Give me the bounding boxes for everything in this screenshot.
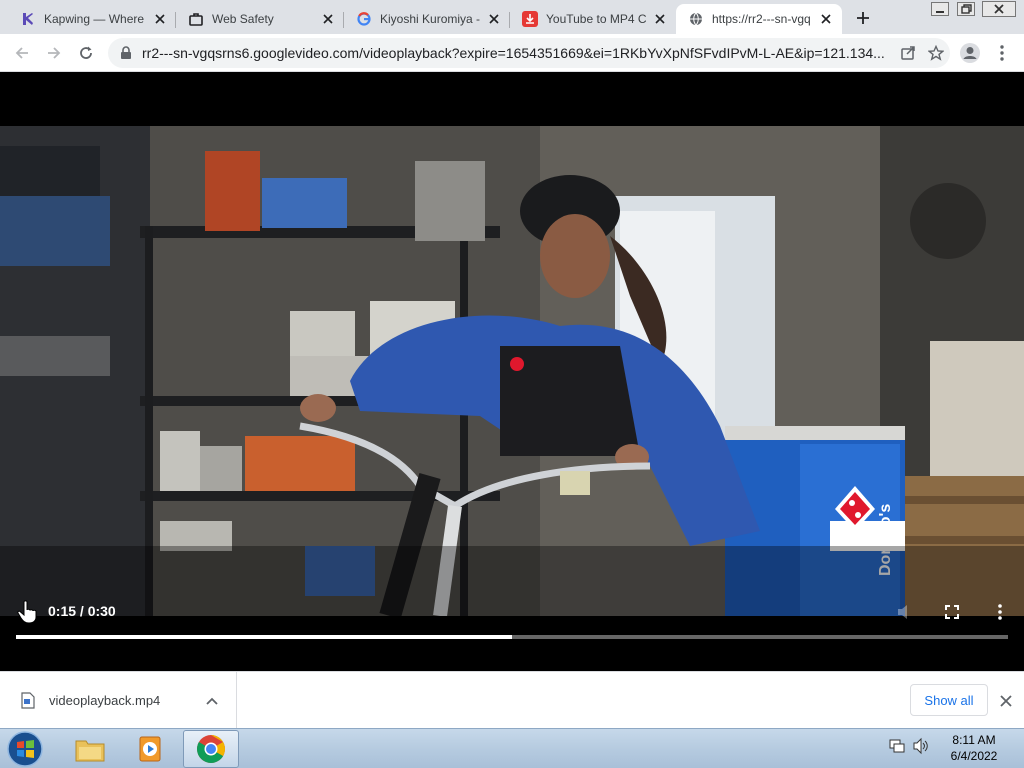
close-window-button[interactable]: [982, 0, 1016, 18]
close-icon: [1000, 695, 1012, 707]
forward-button[interactable]: [40, 39, 68, 67]
close-icon: [982, 1, 1016, 17]
video-frame[interactable]: Domino's: [0, 126, 1024, 616]
profile-button[interactable]: [956, 39, 984, 67]
video-player[interactable]: Domino's 0:15 / 0:30: [0, 72, 1024, 671]
close-icon[interactable]: [652, 11, 668, 27]
star-icon[interactable]: [922, 39, 950, 67]
more-options-icon[interactable]: [988, 600, 1012, 624]
tab-title: YouTube to MP4 Co: [546, 12, 646, 26]
reload-button[interactable]: [72, 39, 100, 67]
menu-button[interactable]: [988, 39, 1016, 67]
tab-title: https://rr2---sn-vgq: [712, 12, 811, 26]
screen: Kapwing — Where Web Safety Kiyoshi Kurom…: [0, 0, 1024, 768]
tab-kiyoshi[interactable]: Kiyoshi Kuromiya -: [344, 4, 510, 34]
address-bar[interactable]: rr2---sn-vgqsrns6.googlevideo.com/videop…: [108, 38, 950, 68]
tab-web-safety[interactable]: Web Safety: [176, 4, 344, 34]
progress-bar[interactable]: [16, 635, 1008, 639]
share-icon[interactable]: [894, 39, 922, 67]
close-icon[interactable]: [320, 11, 336, 27]
url-text[interactable]: rr2---sn-vgqsrns6.googlevideo.com/videop…: [142, 45, 894, 61]
browser-toolbar: rr2---sn-vgqsrns6.googlevideo.com/videop…: [0, 34, 1024, 72]
tab-title: Web Safety: [212, 12, 274, 26]
download-item[interactable]: videoplayback.mp4: [0, 672, 237, 729]
clock-time: 8:11 AM: [952, 733, 996, 747]
minimize-button[interactable]: [928, 0, 952, 18]
system-clock[interactable]: 8:11 AM 6/4/2022: [938, 732, 1010, 764]
show-all-button[interactable]: Show all: [910, 684, 988, 716]
volume-icon[interactable]: [912, 737, 930, 760]
close-icon[interactable]: [818, 11, 834, 27]
profile-icon: [960, 43, 980, 63]
file-explorer-button[interactable]: [62, 730, 118, 768]
download-icon: [522, 11, 538, 27]
windows-start-icon: [7, 731, 43, 767]
chevron-up-icon[interactable]: [200, 689, 224, 713]
media-player-icon: [139, 736, 161, 762]
hand-cursor-icon: [17, 600, 37, 624]
back-arrow-icon: [15, 47, 28, 59]
tab-strip: Kapwing — Where Web Safety Kiyoshi Kurom…: [0, 0, 1024, 34]
play-button[interactable]: [14, 600, 42, 624]
network-icon[interactable]: [888, 737, 906, 760]
close-download-shelf-button[interactable]: [994, 689, 1018, 713]
globe-icon: [688, 11, 704, 27]
file-icon: [20, 692, 36, 710]
tab-kapwing[interactable]: Kapwing — Where: [8, 4, 176, 34]
download-shelf: videoplayback.mp4 Show all: [0, 671, 1024, 729]
fullscreen-icon[interactable]: [940, 600, 964, 624]
plus-icon: [857, 12, 869, 24]
tab-videoplayback[interactable]: https://rr2---sn-vgq: [676, 4, 842, 34]
tab-youtube-mp4[interactable]: YouTube to MP4 Co: [510, 4, 676, 34]
forward-arrow-icon: [48, 47, 61, 59]
download-file-name: videoplayback.mp4: [49, 693, 161, 708]
file-explorer-icon: [75, 740, 105, 762]
tab-title: Kapwing — Where: [44, 12, 145, 26]
close-icon[interactable]: [486, 11, 502, 27]
briefcase-icon: [188, 11, 204, 27]
restore-icon: [957, 2, 975, 16]
start-button[interactable]: [4, 730, 46, 768]
google-icon: [356, 11, 372, 27]
more-vert-icon: [1000, 45, 1004, 61]
tab-title: Kiyoshi Kuromiya -: [380, 12, 480, 26]
clock-date: 6/4/2022: [950, 749, 998, 763]
system-tray: [888, 737, 930, 760]
media-player-button[interactable]: [122, 730, 178, 768]
video-frame-image: Domino's: [0, 126, 1024, 616]
time-display: 0:15 / 0:30: [48, 603, 116, 619]
progress-fill: [16, 635, 512, 639]
taskbar: 8:11 AM 6/4/2022: [0, 728, 1024, 768]
new-tab-button[interactable]: [852, 7, 874, 29]
minimize-icon: [931, 2, 949, 16]
chrome-taskbar-button[interactable]: [183, 730, 239, 768]
kapwing-icon: [20, 11, 36, 27]
lock-icon[interactable]: [118, 45, 134, 61]
volume-icon[interactable]: [894, 600, 918, 624]
reload-icon: [80, 46, 92, 59]
chrome-icon: [197, 735, 225, 763]
restore-button[interactable]: [954, 0, 978, 18]
back-button[interactable]: [8, 39, 36, 67]
close-icon[interactable]: [152, 11, 168, 27]
